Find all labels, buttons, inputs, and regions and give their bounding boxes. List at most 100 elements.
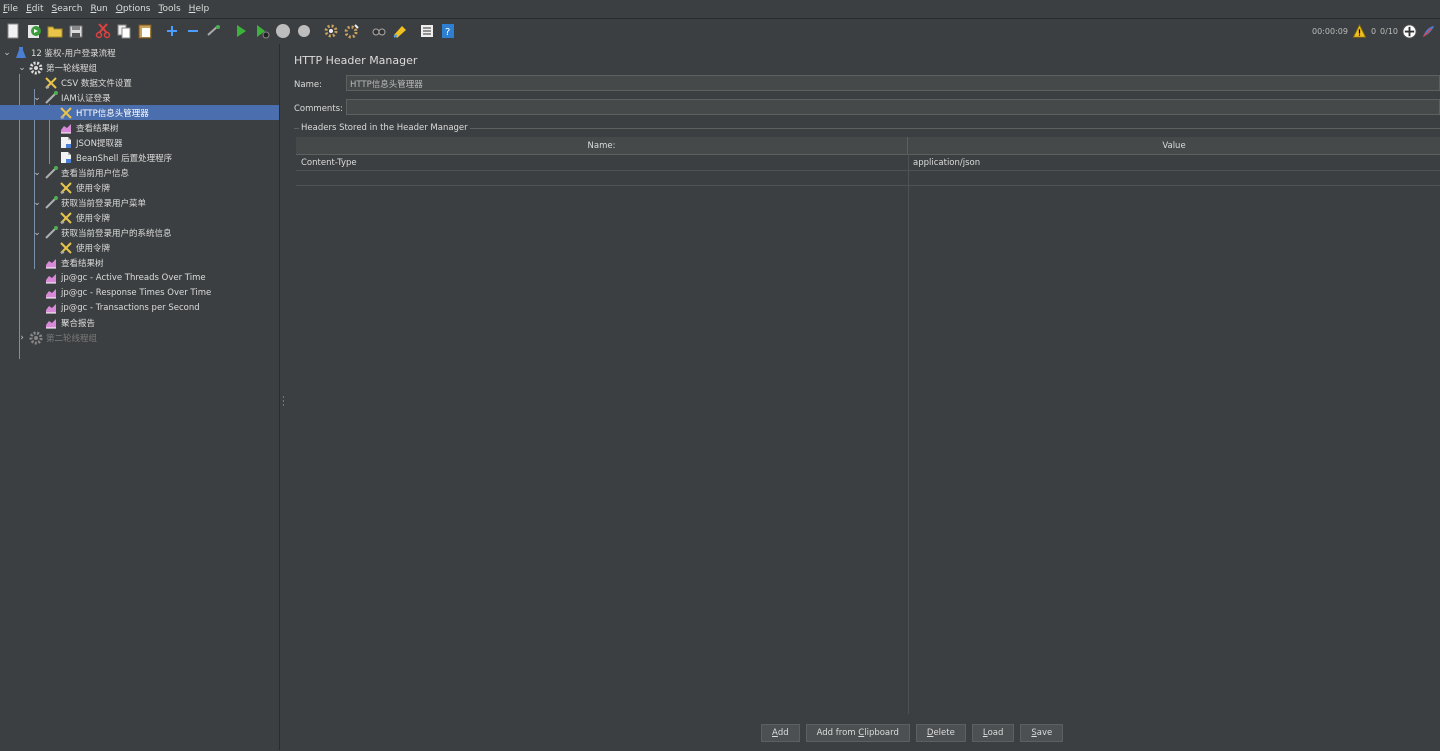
copy-icon[interactable]	[115, 22, 133, 40]
delete-button[interactable]: Delete	[915, 724, 966, 742]
button-label: oad	[987, 728, 1004, 738]
thread-count: 0/10	[1380, 26, 1398, 36]
name-field[interactable]: HTTP信息头管理器	[346, 75, 1440, 91]
chevron-down-icon[interactable]: ⌄	[32, 228, 42, 238]
thread-group-icon	[29, 61, 43, 75]
comments-field[interactable]	[346, 99, 1440, 115]
feather-icon[interactable]	[1421, 24, 1436, 39]
new-icon[interactable]	[4, 22, 22, 40]
tree-node-aggregate-report[interactable]: 聚合报告	[0, 315, 279, 330]
menu-label: dit	[31, 4, 44, 14]
chevron-down-icon[interactable]: ⌄	[32, 93, 42, 103]
headers-group-title: Headers Stored in the Header Manager	[299, 123, 470, 133]
warning-icon[interactable]	[1352, 24, 1367, 38]
menu-label: un	[96, 4, 108, 14]
clear-all-icon[interactable]	[343, 22, 361, 40]
toggle-icon[interactable]	[205, 22, 223, 40]
button-label: elete	[933, 728, 955, 738]
header-value-cell[interactable]	[908, 170, 1440, 185]
add-button[interactable]: Add	[761, 724, 800, 742]
tree-node-json-extractor[interactable]: JSON提取器	[0, 135, 279, 150]
chevron-right-icon[interactable]: ›	[17, 333, 27, 343]
save-button[interactable]: Save	[1020, 724, 1064, 742]
table-row[interactable]	[296, 170, 1440, 186]
tree-node-beanshell-postprocessor[interactable]: BeanShell 后置处理程序	[0, 150, 279, 165]
search-icon[interactable]	[370, 22, 388, 40]
paste-icon[interactable]	[136, 22, 154, 40]
shutdown-icon[interactable]	[295, 22, 313, 40]
cut-icon[interactable]	[94, 22, 112, 40]
thread-group-icon	[29, 331, 43, 345]
start-icon[interactable]	[232, 22, 250, 40]
tree-node-active-threads[interactable]: jp@gc - Active Threads Over Time	[0, 270, 279, 285]
tree-node-label: 第一轮线程组	[46, 63, 98, 74]
status-area: 00:00:09 0 0/10	[1312, 19, 1436, 43]
collapse-icon[interactable]	[184, 22, 202, 40]
menu-file[interactable]: File	[0, 4, 23, 14]
menu-mnemonic: O	[115, 4, 123, 14]
tree-node-csv-config[interactable]: CSV 数据文件设置	[0, 75, 279, 90]
clear-icon[interactable]	[322, 22, 340, 40]
tree-node-view-results[interactable]: 查看结果树	[0, 255, 279, 270]
element-editor: HTTP Header Manager Name: HTTP信息头管理器 Com…	[287, 44, 1440, 750]
tree-node-user-menu[interactable]: ⌄ 获取当前登录用户菜单	[0, 195, 279, 210]
table-row[interactable]: Content-Type application/json	[296, 155, 1440, 171]
tree-node-use-token[interactable]: 使用令牌	[0, 180, 279, 195]
remote-start-icon[interactable]	[1402, 23, 1417, 39]
tree-node-test-plan[interactable]: ⌄ 12 鉴权-用户登录流程	[0, 45, 279, 60]
reset-search-icon[interactable]	[391, 22, 409, 40]
header-name-cell[interactable]: Content-Type	[296, 155, 908, 170]
chevron-down-icon[interactable]: ⌄	[2, 48, 12, 58]
load-button[interactable]: Load	[971, 724, 1015, 742]
header-name-cell[interactable]	[296, 170, 908, 185]
tree-node-current-user-info[interactable]: ⌄ 查看当前用户信息	[0, 165, 279, 180]
menu-tools[interactable]: Tools	[155, 4, 185, 14]
listener-icon	[44, 271, 58, 285]
stop-icon[interactable]	[274, 22, 292, 40]
expand-icon[interactable]	[163, 22, 181, 40]
menu-search[interactable]: Search	[49, 4, 88, 14]
menu-help[interactable]: Help	[186, 4, 215, 14]
menu-options[interactable]: Options	[113, 4, 156, 14]
save-icon[interactable]	[67, 22, 85, 40]
open-icon[interactable]	[46, 22, 64, 40]
button-prefix: Add from	[816, 728, 859, 738]
tree-node-iam-login[interactable]: ⌄ IAM认证登录	[0, 90, 279, 105]
function-helper-icon[interactable]	[418, 22, 436, 40]
tree-node-transactions-per-second[interactable]: jp@gc - Transactions per Second	[0, 300, 279, 315]
add-from-clipboard-button[interactable]: Add from Clipboard	[805, 724, 910, 742]
menu-label: ools	[162, 4, 181, 14]
column-header-value[interactable]: Value	[908, 137, 1440, 154]
test-plan-icon	[14, 46, 28, 60]
sampler-icon	[44, 90, 58, 105]
tree-node-system-info[interactable]: ⌄ 获取当前登录用户的系统信息	[0, 225, 279, 240]
menu-label: ptions	[122, 4, 151, 14]
extractor-icon	[59, 151, 73, 165]
templates-icon[interactable]	[25, 22, 43, 40]
menu-edit[interactable]: Edit	[23, 4, 48, 14]
chevron-down-icon[interactable]: ⌄	[17, 63, 27, 73]
tree-node-view-results[interactable]: 查看结果树	[0, 120, 279, 135]
chevron-down-icon[interactable]: ⌄	[32, 198, 42, 208]
button-label: lipboard	[864, 728, 899, 738]
tree-node-use-token[interactable]: 使用令牌	[0, 210, 279, 225]
tree-node-label: 12 鉴权-用户登录流程	[31, 48, 116, 59]
column-header-name[interactable]: Name:	[296, 137, 908, 154]
tree-node-second-thread-group[interactable]: › 第二轮线程组	[0, 330, 279, 345]
tree-node-label: HTTP信息头管理器	[76, 108, 149, 119]
header-value-cell[interactable]: application/json	[908, 155, 1440, 170]
tree-node-thread-group[interactable]: ⌄ 第一轮线程组	[0, 60, 279, 75]
chevron-down-icon[interactable]: ⌄	[32, 168, 42, 178]
tree-node-response-times[interactable]: jp@gc - Response Times Over Time	[0, 285, 279, 300]
tree-node-use-token[interactable]: 使用令牌	[0, 240, 279, 255]
splitter-grip-icon[interactable]: · · ·	[282, 394, 285, 411]
tree-node-http-header-manager[interactable]: HTTP信息头管理器	[0, 105, 279, 120]
config-element-icon	[59, 106, 73, 120]
config-element-icon	[44, 76, 58, 90]
start-no-pause-icon[interactable]	[253, 22, 271, 40]
button-bar: Add Add from Clipboard Delete Load Save	[761, 724, 1064, 742]
listener-icon	[44, 286, 58, 300]
help-icon[interactable]: ?	[439, 22, 457, 40]
menu-run[interactable]: Run	[87, 4, 112, 14]
tree-node-label: 使用令牌	[76, 243, 111, 254]
